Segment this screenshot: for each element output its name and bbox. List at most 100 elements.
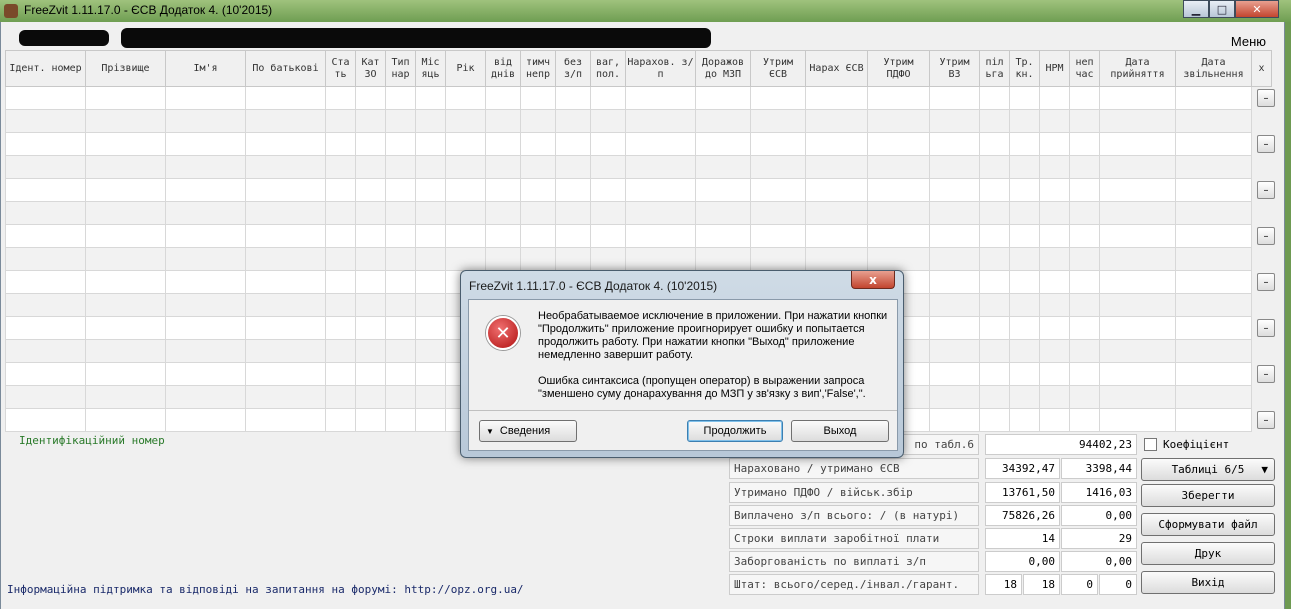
table-cell[interactable] [165,178,246,202]
table-cell[interactable] [979,316,1010,340]
table-cell[interactable] [415,109,446,133]
table-cell[interactable] [1039,155,1070,179]
table-row[interactable] [5,132,1272,156]
column-header[interactable]: НРМ [1039,50,1070,87]
table-cell[interactable] [520,247,556,271]
table-cell[interactable] [1099,86,1176,110]
table-cell[interactable] [979,178,1010,202]
print-button[interactable]: Друк [1141,542,1275,565]
table-cell[interactable] [385,339,416,363]
table-cell[interactable] [5,109,86,133]
table-cell[interactable] [415,316,446,340]
table-cell[interactable] [520,86,556,110]
table-cell[interactable] [385,316,416,340]
column-header[interactable]: без з/п [555,50,591,87]
table-cell[interactable] [1175,109,1252,133]
close-button[interactable]: ✕ [1235,0,1279,18]
table-cell[interactable] [1069,339,1100,363]
table-cell[interactable] [245,408,326,432]
table-cell[interactable] [695,155,751,179]
table-cell[interactable] [1099,247,1176,271]
table-cell[interactable] [1069,178,1100,202]
table-cell[interactable] [385,155,416,179]
table-row[interactable] [5,178,1272,202]
table-cell[interactable] [1175,178,1252,202]
table-cell[interactable] [750,109,806,133]
table-cell[interactable] [1009,362,1040,386]
table-cell[interactable] [85,155,166,179]
table-cell[interactable] [929,224,980,248]
table-cell[interactable] [85,293,166,317]
table-cell[interactable] [245,86,326,110]
table-cell[interactable] [1039,385,1070,409]
table-cell[interactable] [1099,132,1176,156]
summary-input-term2[interactable]: 29 [1061,528,1137,549]
table-cell[interactable] [979,224,1010,248]
details-button[interactable]: ▼ Сведения [479,420,577,442]
table-cell[interactable] [520,109,556,133]
table-cell[interactable] [520,132,556,156]
table-cell[interactable] [415,178,446,202]
table-cell[interactable] [695,132,751,156]
delete-row-button[interactable]: – [1257,273,1275,291]
table-cell[interactable] [325,178,356,202]
table-row[interactable] [5,155,1272,179]
table-cell[interactable] [590,86,626,110]
table-cell[interactable] [5,201,86,225]
table-cell[interactable] [85,408,166,432]
table-cell[interactable] [165,132,246,156]
table-cell[interactable] [325,201,356,225]
table-cell[interactable] [867,247,930,271]
table-cell[interactable] [1039,201,1070,225]
table-cell[interactable] [1009,270,1040,294]
table-cell[interactable] [485,247,521,271]
table-cell[interactable] [355,132,386,156]
table-cell[interactable] [1009,178,1040,202]
table-cell[interactable] [325,385,356,409]
table-cell[interactable] [1039,86,1070,110]
table-cell[interactable] [555,155,591,179]
table-cell[interactable] [5,132,86,156]
coefficient-checkbox[interactable]: Коефіцієнт [1144,438,1229,451]
table-cell[interactable] [520,224,556,248]
table-cell[interactable] [445,224,486,248]
save-button[interactable]: Зберегти [1141,484,1275,507]
table-cell[interactable] [1069,86,1100,110]
table-cell[interactable] [355,408,386,432]
table-cell[interactable] [5,293,86,317]
table-cell[interactable] [355,339,386,363]
table-cell[interactable] [165,270,246,294]
table-cell[interactable] [929,155,980,179]
table-cell[interactable] [1039,247,1070,271]
table-cell[interactable] [520,201,556,225]
table-cell[interactable] [1099,408,1176,432]
table-cell[interactable] [245,155,326,179]
table-cell[interactable] [929,86,980,110]
table-cell[interactable] [625,132,696,156]
table-cell[interactable] [85,201,166,225]
column-header[interactable]: Тип нар [385,50,416,87]
table-cell[interactable] [867,178,930,202]
table-cell[interactable] [385,362,416,386]
table-cell[interactable] [1009,339,1040,363]
column-header[interactable]: Кат ЗО [355,50,386,87]
table-cell[interactable] [245,247,326,271]
column-header[interactable]: піл ьга [979,50,1010,87]
table-cell[interactable] [85,224,166,248]
table-cell[interactable] [1099,339,1176,363]
table-cell[interactable] [385,293,416,317]
tables-dropdown[interactable]: Таблиці 6/5 ▼ [1141,458,1275,481]
table-cell[interactable] [625,178,696,202]
column-header[interactable]: Прізвище [85,50,166,87]
table-cell[interactable] [5,155,86,179]
table-cell[interactable] [1009,224,1040,248]
table-cell[interactable] [445,201,486,225]
table-cell[interactable] [485,109,521,133]
table-cell[interactable] [5,270,86,294]
table-cell[interactable] [1175,86,1252,110]
column-header[interactable]: Дата звільнення [1175,50,1252,87]
table-cell[interactable] [445,178,486,202]
table-cell[interactable] [355,385,386,409]
table-cell[interactable] [590,247,626,271]
table-cell[interactable] [1175,270,1252,294]
